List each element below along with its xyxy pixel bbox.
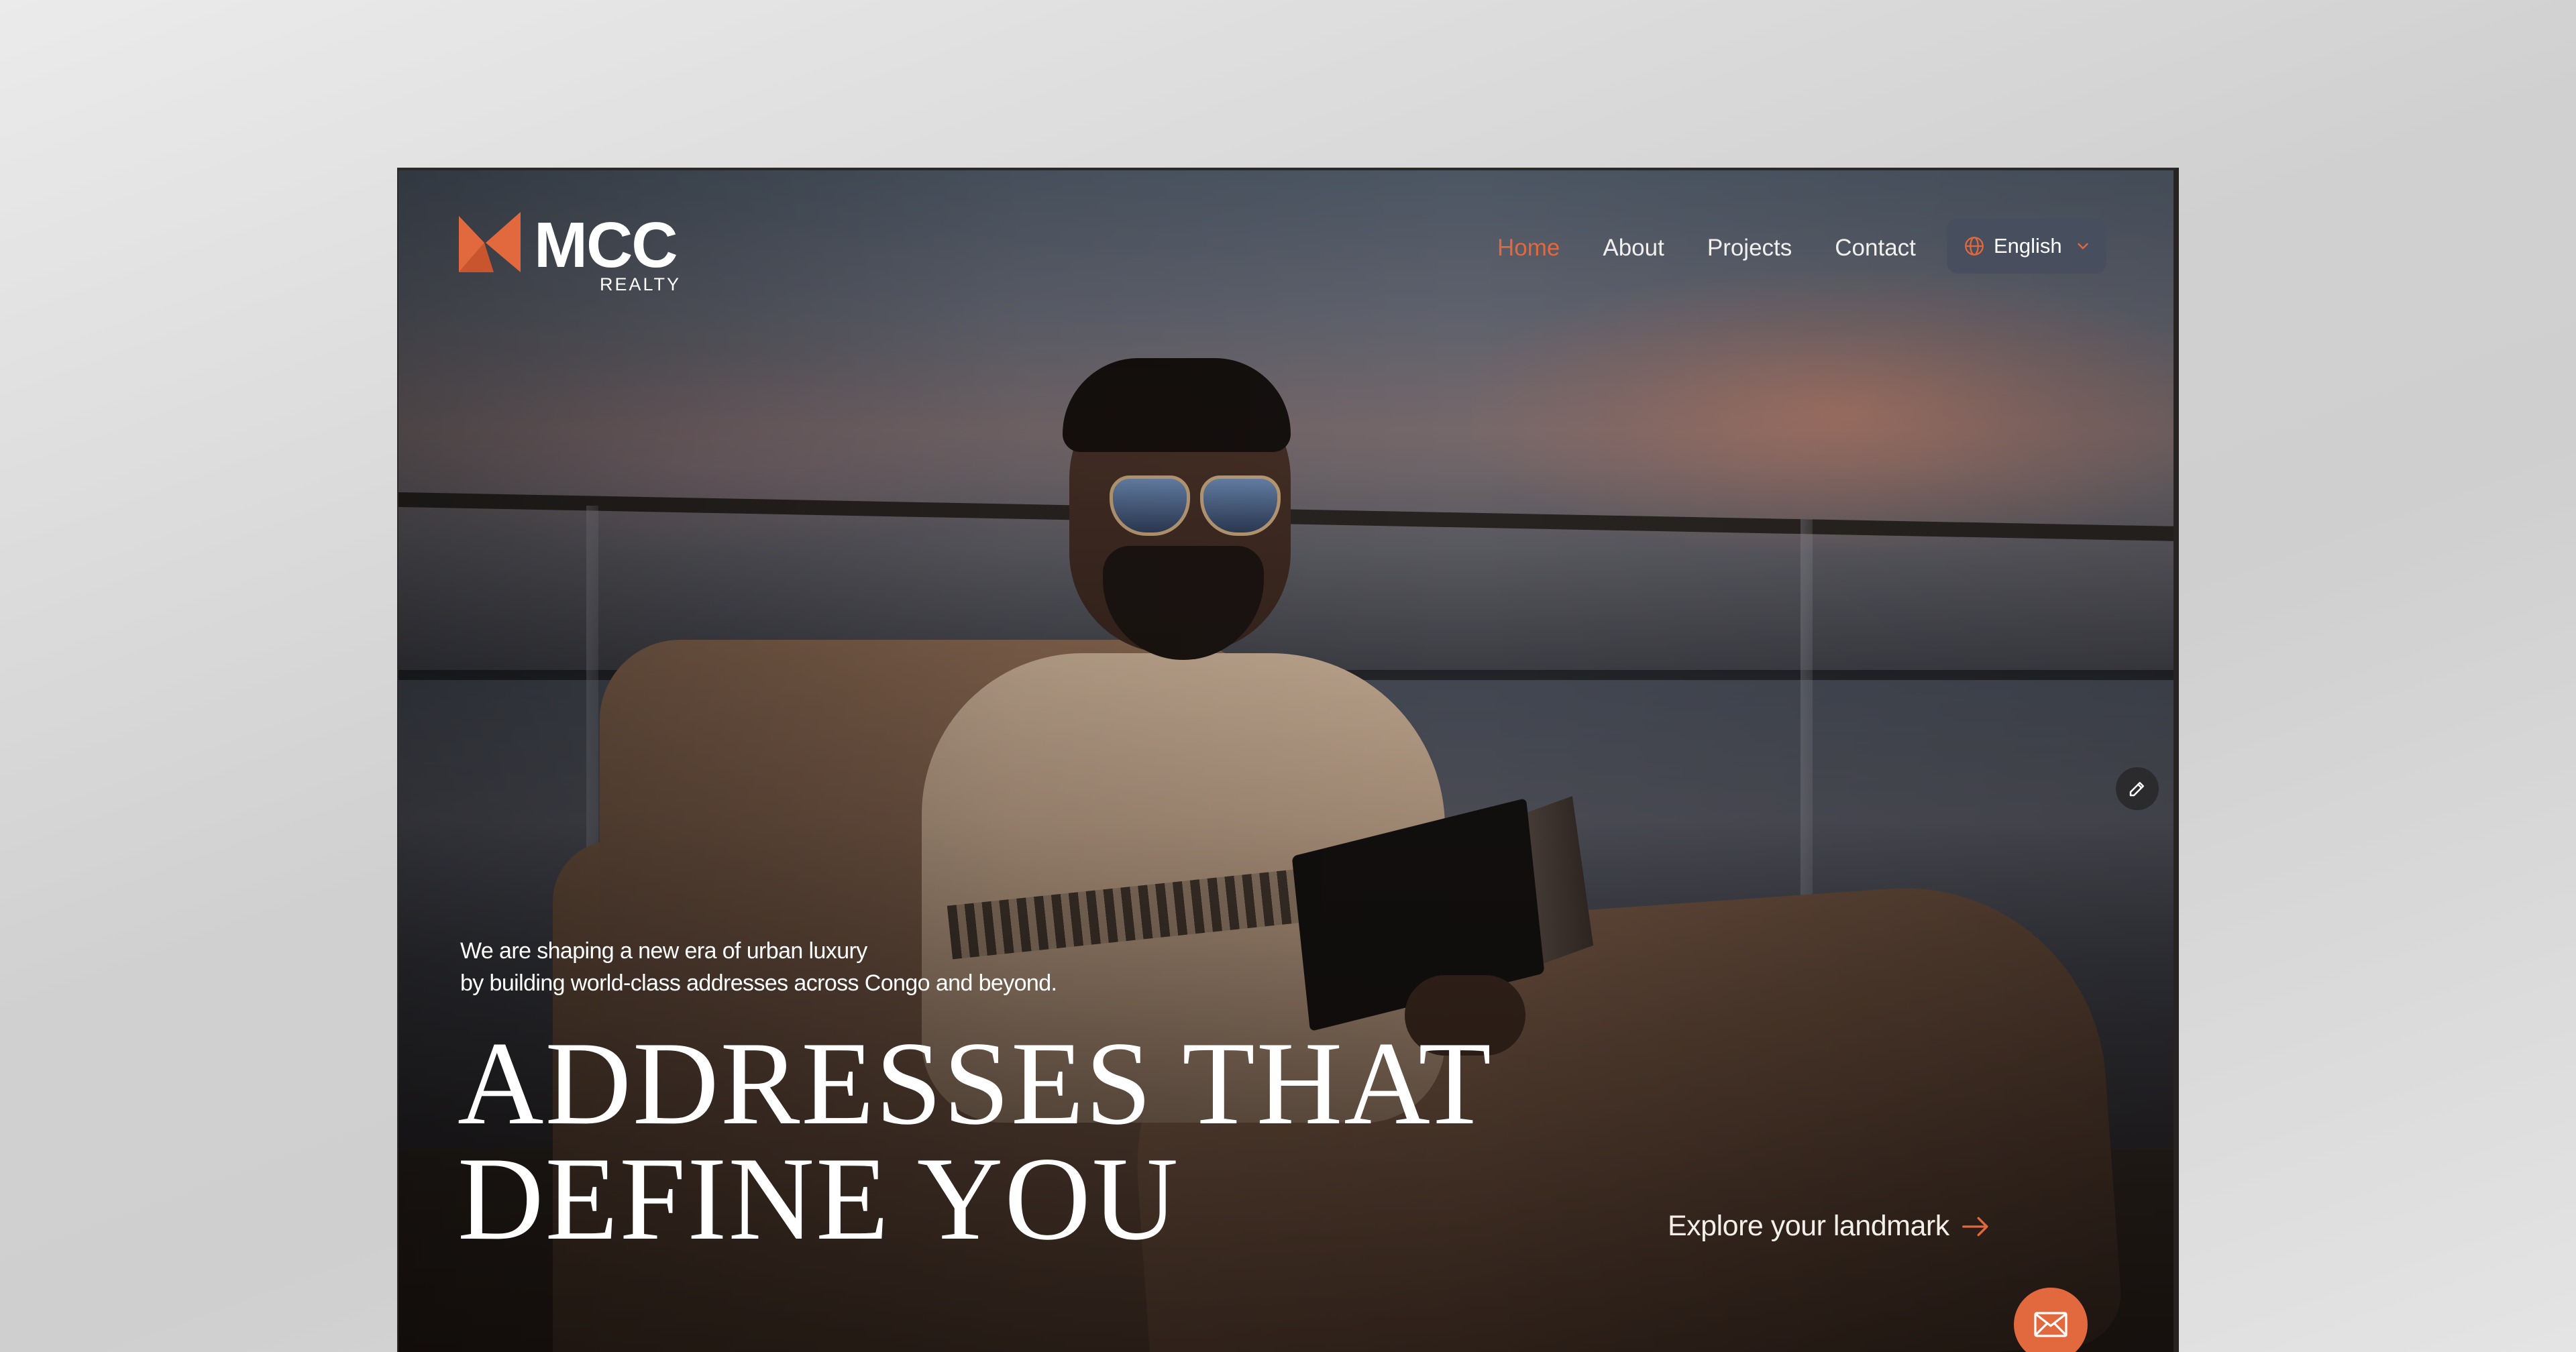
cta-label: Explore your landmark xyxy=(1668,1210,1949,1242)
logo-mark-icon xyxy=(459,212,521,272)
language-select[interactable]: English xyxy=(1947,219,2106,274)
explore-landmark-link[interactable]: Explore your landmark xyxy=(1668,1210,1990,1243)
tagline-line: by building world-class addresses across… xyxy=(460,970,1057,996)
nav-about[interactable]: About xyxy=(1603,235,1664,262)
language-label: English xyxy=(1994,234,2062,258)
edit-button[interactable] xyxy=(2116,767,2159,810)
brand-name: MCC xyxy=(534,209,678,281)
nav-contact[interactable]: Contact xyxy=(1835,235,1916,262)
headline-line: ADDRESSES THAT xyxy=(458,1017,1493,1149)
hero-headline: ADDRESSES THAT DEFINE YOU xyxy=(458,1017,1493,1265)
brand-logo[interactable]: MCC REALTY xyxy=(459,212,687,299)
main-nav: Home About Projects Contact xyxy=(1497,235,1916,262)
nav-home[interactable]: Home xyxy=(1497,235,1560,262)
hero-tagline: We are shaping a new era of urban luxury… xyxy=(460,935,1131,999)
globe-icon xyxy=(1965,237,1984,256)
chevron-down-icon xyxy=(2078,243,2088,249)
tagline-line: We are shaping a new era of urban luxury xyxy=(460,938,867,964)
pencil-icon xyxy=(2129,782,2144,797)
brand-sub: REALTY xyxy=(600,274,682,294)
mail-icon xyxy=(2034,1312,2068,1337)
browser-viewport: MCC REALTY Home About Projects Contact E… xyxy=(397,168,2179,1352)
headline-line: DEFINE YOU xyxy=(458,1132,1180,1265)
arrow-right-icon xyxy=(1962,1217,1988,1236)
nav-projects[interactable]: Projects xyxy=(1707,235,1792,262)
